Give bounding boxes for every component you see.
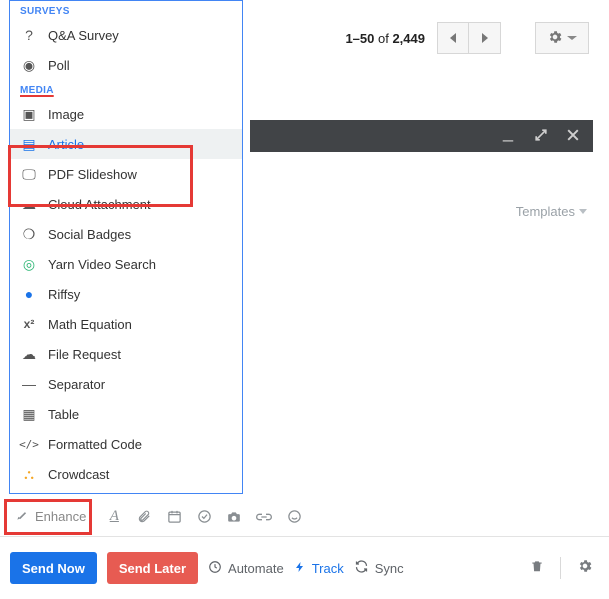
chevron-right-icon: [482, 33, 488, 43]
chevron-down-icon: [567, 36, 577, 40]
cloud-up-icon: ☁: [20, 345, 38, 363]
bottom-bar: Send Now Send Later Automate Track Sync: [0, 546, 609, 590]
sync-icon: [354, 559, 369, 577]
item-social-badges[interactable]: ❍ Social Badges: [10, 219, 242, 249]
compose-titlebar: _: [250, 120, 593, 152]
track-button[interactable]: Track: [294, 559, 344, 578]
badge-icon: ❍: [20, 225, 38, 243]
math-icon: x²: [20, 315, 38, 333]
templates-dropdown[interactable]: Templates: [516, 204, 587, 219]
format-text-button[interactable]: A: [106, 509, 122, 525]
enhance-label: Enhance: [35, 509, 86, 524]
item-label: Formatted Code: [48, 437, 142, 452]
wand-icon: [15, 508, 29, 525]
calendar-button[interactable]: [166, 509, 182, 525]
item-label: Q&A Survey: [48, 28, 119, 43]
item-label: Math Equation: [48, 317, 132, 332]
pager-next-button[interactable]: [469, 22, 501, 54]
image-icon: ▣: [20, 105, 38, 123]
crowdcast-icon: ⛬: [20, 465, 38, 483]
item-file-request[interactable]: ☁ File Request: [10, 339, 242, 369]
article-icon: ▤: [20, 135, 38, 153]
chevron-left-icon: [450, 33, 456, 43]
trash-button[interactable]: [524, 558, 550, 579]
minimize-icon[interactable]: _: [503, 129, 517, 143]
separator-icon: —: [20, 375, 38, 393]
enhance-button[interactable]: Enhance: [9, 504, 92, 529]
pager-prev-button[interactable]: [437, 22, 469, 54]
code-icon: </>: [20, 435, 38, 453]
attach-button[interactable]: [136, 509, 152, 525]
send-later-button[interactable]: Send Later: [107, 552, 198, 584]
bolt-icon: [294, 559, 306, 578]
task-button[interactable]: [196, 509, 212, 525]
item-separator[interactable]: — Separator: [10, 369, 242, 399]
table-icon: ▦: [20, 405, 38, 423]
item-label: Table: [48, 407, 79, 422]
link-button[interactable]: [256, 509, 272, 525]
enhance-toolbar: Enhance A: [9, 504, 302, 529]
insert-panel: SURVEYS ? Q&A Survey ◉ Poll MEDIA ▣ Image ▤…: [9, 0, 243, 494]
gear-icon: [547, 29, 563, 48]
item-label: Cloud Attachment: [48, 197, 151, 212]
divider: [0, 536, 609, 537]
pager-of: of: [378, 31, 389, 46]
item-article[interactable]: ▤ Article: [10, 129, 242, 159]
emoji-button[interactable]: [286, 509, 302, 525]
item-label: Article: [48, 137, 84, 152]
track-label: Track: [312, 561, 344, 576]
pager-buttons: [437, 22, 501, 54]
item-image[interactable]: ▣ Image: [10, 99, 242, 129]
item-poll[interactable]: ◉ Poll: [10, 50, 242, 80]
item-label: Image: [48, 107, 84, 122]
cloud-icon: ☁: [20, 195, 38, 213]
item-label: Poll: [48, 58, 70, 73]
item-math-equation[interactable]: x² Math Equation: [10, 309, 242, 339]
item-qa-survey[interactable]: ? Q&A Survey: [10, 20, 242, 50]
automate-button[interactable]: Automate: [208, 560, 284, 577]
send-now-button[interactable]: Send Now: [10, 552, 97, 584]
close-icon[interactable]: [567, 129, 581, 143]
poll-icon: ◉: [20, 56, 38, 74]
item-label: File Request: [48, 347, 121, 362]
item-label: Separator: [48, 377, 105, 392]
camera-button[interactable]: [226, 509, 242, 525]
divider-vertical: [560, 557, 561, 579]
item-label: Crowdcast: [48, 467, 109, 482]
item-yarn-video[interactable]: ◎ Yarn Video Search: [10, 249, 242, 279]
sync-button[interactable]: Sync: [354, 559, 404, 577]
monitor-icon: 🖵: [20, 165, 38, 183]
pager-total: 2,449: [392, 31, 425, 46]
settings-button[interactable]: [571, 558, 599, 579]
yarn-icon: ◎: [20, 255, 38, 273]
templates-label: Templates: [516, 204, 575, 219]
pager-text: 1–50 of 2,449: [345, 31, 425, 46]
item-pdf-slideshow[interactable]: 🖵 PDF Slideshow: [10, 159, 242, 189]
pager-range: 1–50: [345, 31, 374, 46]
item-label: Riffsy: [48, 287, 80, 302]
section-surveys: SURVEYS: [10, 1, 242, 20]
automate-label: Automate: [228, 561, 284, 576]
riffsy-icon: ●: [20, 285, 38, 303]
item-cloud-attachment[interactable]: ☁ Cloud Attachment: [10, 189, 242, 219]
item-riffsy[interactable]: ● Riffsy: [10, 279, 242, 309]
settings-gear-button[interactable]: [535, 22, 589, 54]
item-table[interactable]: ▦ Table: [10, 399, 242, 429]
item-crowdcast[interactable]: ⛬ Crowdcast: [10, 459, 242, 489]
clock-icon: [208, 560, 222, 577]
expand-icon[interactable]: [535, 129, 549, 143]
item-formatted-code[interactable]: </> Formatted Code: [10, 429, 242, 459]
item-label: Social Badges: [48, 227, 131, 242]
question-icon: ?: [20, 26, 38, 44]
sync-label: Sync: [375, 561, 404, 576]
item-label: PDF Slideshow: [48, 167, 137, 182]
section-media: MEDIA: [10, 80, 242, 99]
item-label: Yarn Video Search: [48, 257, 156, 272]
chevron-down-icon: [579, 209, 587, 214]
